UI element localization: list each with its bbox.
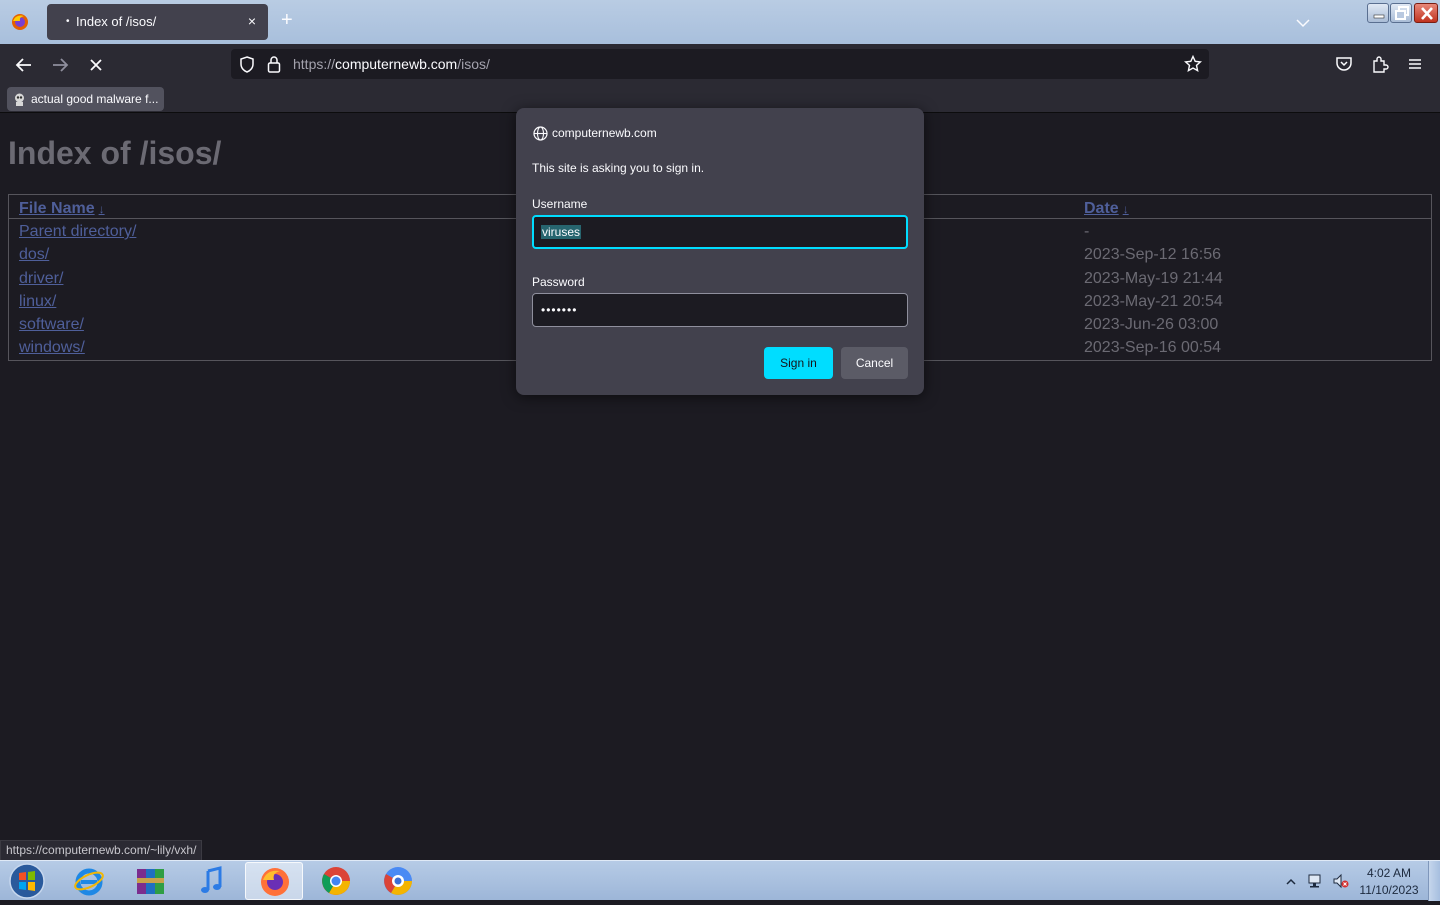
windows-taskbar: 4:02 AM 11/10/2023 <box>0 860 1440 901</box>
file-link-driver[interactable]: driver/ <box>19 270 63 288</box>
column-header-file-name[interactable]: File Name ↓ <box>19 200 105 218</box>
lock-icon[interactable] <box>267 55 281 78</box>
forward-arrow-icon[interactable] <box>49 54 71 76</box>
start-orb[interactable] <box>6 862 48 905</box>
new-tab-button[interactable]: + <box>281 10 293 30</box>
tab-close-button[interactable]: × <box>244 13 260 29</box>
taskbar-internet-explorer[interactable] <box>60 862 118 900</box>
url-bar[interactable]: https://computernewb.com/isos/ <box>231 49 1209 79</box>
url-text[interactable]: https://computernewb.com/isos/ <box>293 56 490 72</box>
navigation-toolbar: https://computernewb.com/isos/ <box>0 44 1440 85</box>
bookmark-item[interactable]: actual good malware f... <box>7 87 165 111</box>
globe-icon <box>533 126 548 146</box>
tray-show-hidden-icon[interactable] <box>1285 874 1297 892</box>
tab-active[interactable]: • Index of /isos/ × <box>47 4 268 40</box>
window-restore-button[interactable] <box>1390 3 1412 23</box>
clock-date[interactable]: 11/10/2023 <box>1356 883 1422 897</box>
username-field[interactable]: viruses <box>532 215 908 249</box>
shield-icon[interactable] <box>239 56 255 78</box>
password-value: ••••••• <box>541 303 578 317</box>
taskbar-firefox[interactable] <box>245 862 303 900</box>
file-date: 2023-May-21 20:54 <box>1084 293 1223 310</box>
pocket-icon[interactable] <box>1335 56 1353 78</box>
clock-time[interactable]: 4:02 AM <box>1356 866 1422 880</box>
star-icon[interactable] <box>1183 54 1203 78</box>
username-label: Username <box>532 197 588 211</box>
tab-title: Index of /isos/ <box>76 14 157 29</box>
dialog-host: computernewb.com <box>552 126 657 140</box>
file-date: 2023-Sep-12 16:56 <box>1084 246 1221 263</box>
taskbar-itunes[interactable] <box>182 862 240 900</box>
dialog-message: This site is asking you to sign in. <box>532 161 705 175</box>
taskbar-chromium[interactable] <box>369 862 427 900</box>
cancel-button[interactable]: Cancel <box>841 347 908 379</box>
back-arrow-icon[interactable] <box>13 54 35 76</box>
tab-strip: • Index of /isos/ × + <box>0 0 1440 44</box>
network-icon[interactable] <box>1307 873 1325 894</box>
tab-list-chevron-icon[interactable] <box>1296 15 1310 33</box>
bookmark-favicon-icon <box>12 91 27 115</box>
column-header-date[interactable]: Date ↓ <box>1084 200 1129 218</box>
password-field[interactable]: ••••••• <box>532 293 908 327</box>
taskbar-winrar[interactable] <box>121 862 179 900</box>
file-link-linux[interactable]: linux/ <box>19 293 56 311</box>
firefox-icon[interactable] <box>10 12 30 32</box>
file-link-software[interactable]: software/ <box>19 316 84 334</box>
window-close-button[interactable] <box>1414 3 1438 23</box>
status-link-preview: https://computernewb.com/~lily/vxh/ <box>0 840 203 860</box>
hamburger-menu-icon[interactable] <box>1407 56 1423 77</box>
file-date: 2023-May-19 21:44 <box>1084 270 1223 287</box>
file-date: - <box>1084 223 1090 240</box>
username-value: viruses <box>541 225 582 239</box>
bookmark-label: actual good malware f... <box>31 92 159 106</box>
file-link-dos[interactable]: dos/ <box>19 246 49 264</box>
password-label: Password <box>532 275 585 289</box>
stop-icon[interactable] <box>85 54 107 76</box>
page-title: Index of /isos/ <box>8 135 222 171</box>
file-date: 2023-Jun-26 03:00 <box>1084 316 1219 333</box>
file-link-parent-directory[interactable]: Parent directory/ <box>19 223 136 241</box>
tab-loading-dot: • <box>66 16 70 27</box>
file-date: 2023-Sep-16 00:54 <box>1084 339 1221 356</box>
sign-in-button[interactable]: Sign in <box>764 347 833 379</box>
extensions-icon[interactable] <box>1371 55 1389 78</box>
taskbar-chrome[interactable] <box>307 862 365 900</box>
volume-muted-icon[interactable] <box>1332 873 1350 894</box>
show-desktop-button[interactable] <box>1428 861 1440 901</box>
window-minimize-button[interactable] <box>1367 3 1389 23</box>
sign-in-dialog: computernewb.com This site is asking you… <box>516 108 924 395</box>
file-link-windows[interactable]: windows/ <box>19 339 85 357</box>
